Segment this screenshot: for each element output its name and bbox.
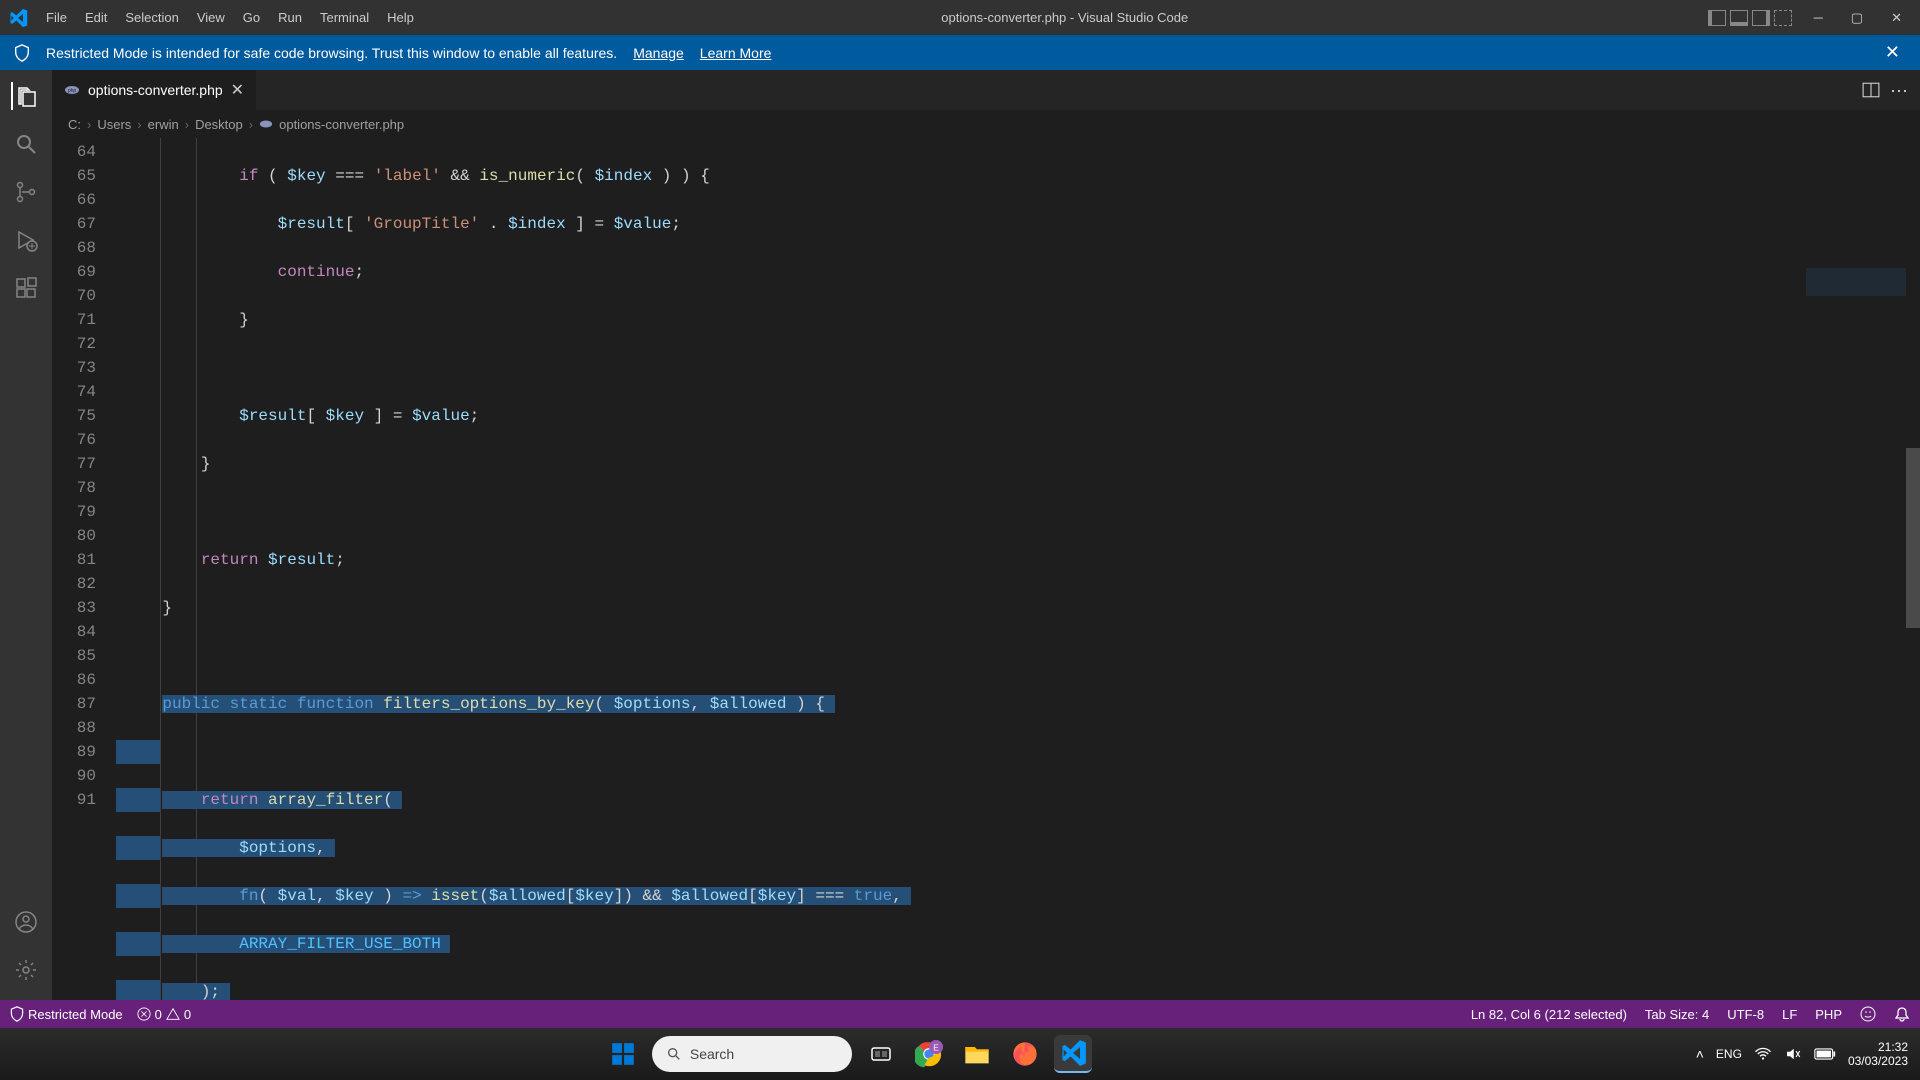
explorer-icon[interactable] [11,82,39,110]
tab-options-converter[interactable]: php options-converter.php ✕ [52,70,257,110]
split-editor-icon[interactable] [1862,81,1880,99]
status-bar: Restricted Mode 0 0 Ln 82, Col 6 (212 se… [0,1000,1920,1028]
file-explorer-icon[interactable] [958,1035,996,1073]
system-tray: ˄ ENG 21:32 03/03/2023 [1696,1040,1908,1069]
taskbar-search[interactable]: Search [652,1036,852,1072]
crumb-desktop[interactable]: Desktop [195,117,243,132]
layout-controls [1708,10,1792,26]
menu-view[interactable]: View [189,4,233,31]
titlebar: File Edit Selection View Go Run Terminal… [0,0,1920,35]
close-icon[interactable]: ✕ [1881,4,1912,32]
line-gutter: 6465666768697071727374757677787980818283… [52,138,116,1000]
menu-terminal[interactable]: Terminal [312,4,377,31]
battery-icon[interactable] [1814,1047,1836,1061]
notifications-bell-icon[interactable] [1894,1006,1910,1022]
menu-help[interactable]: Help [379,4,422,31]
status-cursor[interactable]: Ln 82, Col 6 (212 selected) [1471,1006,1627,1022]
learn-more-link[interactable]: Learn More [700,45,772,61]
source-control-icon[interactable] [12,178,40,206]
window-controls: ─ ▢ ✕ [1804,4,1912,32]
accounts-icon[interactable] [12,908,40,936]
banner-message: Restricted Mode is intended for safe cod… [46,45,617,61]
toggle-panel-icon[interactable] [1730,10,1748,26]
firefox-icon[interactable] [1006,1035,1044,1073]
restricted-mode-banner: Restricted Mode is intended for safe cod… [0,35,1920,70]
status-eol[interactable]: LF [1782,1006,1797,1022]
status-tabsize[interactable]: Tab Size: 4 [1645,1006,1709,1022]
task-view-icon[interactable] [862,1035,900,1073]
more-actions-icon[interactable]: ⋯ [1890,81,1908,99]
menu-file[interactable]: File [38,4,75,31]
vertical-scrollbar[interactable] [1906,138,1920,1000]
activity-bar [0,70,52,1000]
tabs-bar: php options-converter.php ✕ ⋯ [52,70,1920,110]
toggle-secondary-sidebar-icon[interactable] [1752,10,1770,26]
windows-taskbar: Search E ˄ ENG 21:32 03/03/2023 [0,1028,1920,1080]
feedback-icon[interactable] [1860,1006,1876,1022]
toggle-primary-sidebar-icon[interactable] [1708,10,1726,26]
php-breadcrumb-icon [259,117,273,131]
breadcrumbs[interactable]: C:› Users› erwin› Desktop› options-conve… [52,110,1920,138]
crumb-erwin[interactable]: erwin [148,117,179,132]
shield-icon [14,44,30,62]
scrollbar-thumb[interactable] [1906,448,1920,628]
start-button[interactable] [604,1035,642,1073]
menu-edit[interactable]: Edit [77,4,115,31]
status-restricted[interactable]: Restricted Mode [10,1006,123,1022]
extensions-icon[interactable] [12,274,40,302]
maximize-icon[interactable]: ▢ [1841,4,1873,32]
menu-go[interactable]: Go [235,4,268,31]
tray-language[interactable]: ENG [1716,1047,1742,1061]
status-encoding[interactable]: UTF-8 [1727,1006,1764,1022]
menu-run[interactable]: Run [270,4,310,31]
run-debug-icon[interactable] [12,226,40,254]
tray-clock[interactable]: 21:32 03/03/2023 [1848,1040,1908,1069]
vscode-logo-icon [8,8,28,28]
window-title: options-converter.php - Visual Studio Co… [422,10,1708,25]
workbench: php options-converter.php ✕ ⋯ C:› Users›… [0,70,1920,1000]
tab-label: options-converter.php [88,82,223,98]
banner-close-icon[interactable]: ✕ [1879,42,1906,63]
tab-close-icon[interactable]: ✕ [231,80,244,100]
shield-status-icon [10,1006,24,1022]
search-icon[interactable] [12,130,40,158]
code-content[interactable]: if ( $key === 'label' && is_numeric( $in… [116,138,1920,1000]
svg-text:php: php [68,88,77,94]
menu-selection[interactable]: Selection [117,4,186,31]
tray-chevron-icon[interactable]: ˄ [1696,1046,1704,1062]
settings-gear-icon[interactable] [12,956,40,984]
status-problems[interactable]: 0 0 [137,1007,191,1022]
volume-icon[interactable] [1784,1045,1802,1063]
editor-group: php options-converter.php ✕ ⋯ C:› Users›… [52,70,1920,1000]
php-file-icon: php [64,82,80,98]
customize-layout-icon[interactable] [1774,10,1792,26]
manage-link[interactable]: Manage [633,45,684,61]
code-editor[interactable]: 6465666768697071727374757677787980818283… [52,138,1920,1000]
crumb-c[interactable]: C: [68,117,81,132]
vscode-taskbar-icon[interactable] [1054,1035,1092,1073]
crumb-users[interactable]: Users [97,117,131,132]
warning-icon [166,1007,180,1021]
chrome-icon[interactable]: E [910,1035,948,1073]
wifi-icon[interactable] [1754,1045,1772,1063]
minimize-icon[interactable]: ─ [1804,4,1833,31]
search-taskbar-icon [666,1046,682,1062]
status-language[interactable]: PHP [1815,1006,1842,1022]
svg-text:E: E [933,1044,939,1053]
error-icon [137,1007,151,1021]
crumb-file[interactable]: options-converter.php [279,117,404,132]
menu-bar: File Edit Selection View Go Run Terminal… [38,4,422,31]
